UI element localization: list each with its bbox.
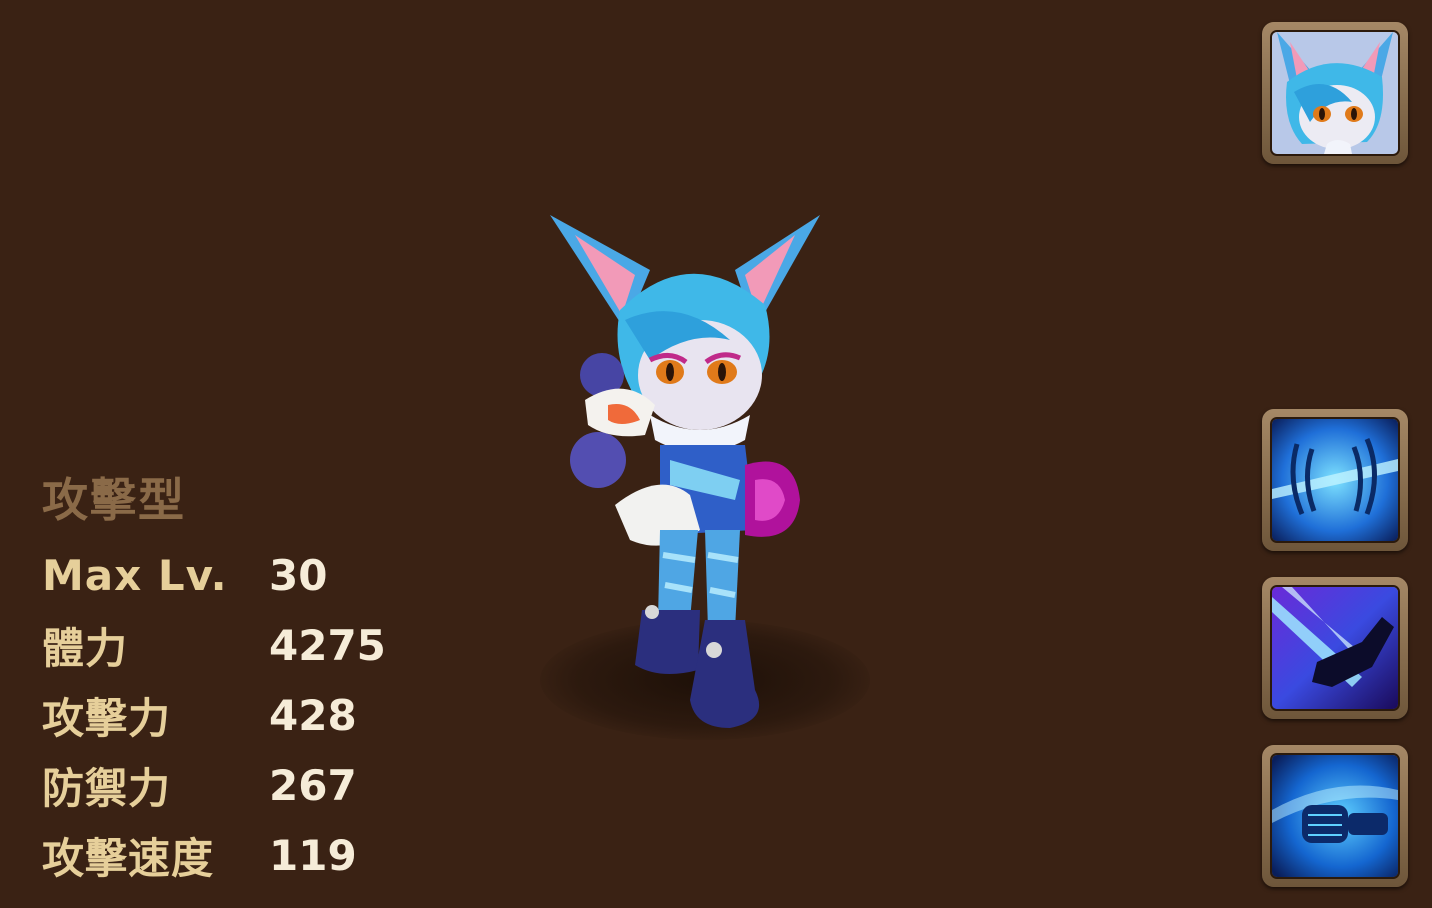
- fist-punch-skill-icon: [1270, 753, 1400, 879]
- monster-type-label: 攻擊型: [42, 473, 186, 527]
- claw-slash-skill-icon: [1270, 417, 1400, 543]
- stat-row-defense: 防禦力 267: [42, 750, 442, 820]
- stat-label: 防禦力: [42, 763, 172, 813]
- stat-row-attack-speed: 攻擊速度 119: [42, 820, 442, 890]
- stat-row-attack: 攻擊力 428: [42, 680, 442, 750]
- stat-label: 攻擊速度: [42, 833, 215, 883]
- skill-slot-1-button[interactable]: [1262, 409, 1408, 551]
- stat-row-hp: 體力 4275: [42, 610, 442, 680]
- stat-label: Max Lv.: [42, 550, 228, 600]
- cat-girl-character-model[interactable]: [530, 200, 850, 740]
- cat-girl-portrait-icon: [1270, 30, 1400, 156]
- stat-value: 119: [269, 830, 357, 880]
- skill-slot-2-button[interactable]: [1262, 577, 1408, 719]
- monster-detail-screen: 攻擊型 Max Lv. 30 體力 4275 攻擊力 428 防禦力 267 攻…: [0, 0, 1432, 908]
- flying-kick-skill-icon: [1270, 585, 1400, 711]
- monster-stats-panel: 攻擊型 Max Lv. 30 體力 4275 攻擊力 428 防禦力 267 攻…: [42, 470, 442, 890]
- stat-value: 4275: [269, 620, 386, 670]
- stat-value: 267: [269, 760, 357, 810]
- stat-label: 體力: [42, 623, 129, 673]
- stat-label: 攻擊力: [42, 693, 172, 743]
- stat-value: 428: [269, 690, 357, 740]
- skill-slot-3-button[interactable]: [1262, 745, 1408, 887]
- stat-value: 30: [269, 550, 328, 600]
- portrait-button[interactable]: [1262, 22, 1408, 164]
- stat-row-max-level: Max Lv. 30: [42, 540, 442, 610]
